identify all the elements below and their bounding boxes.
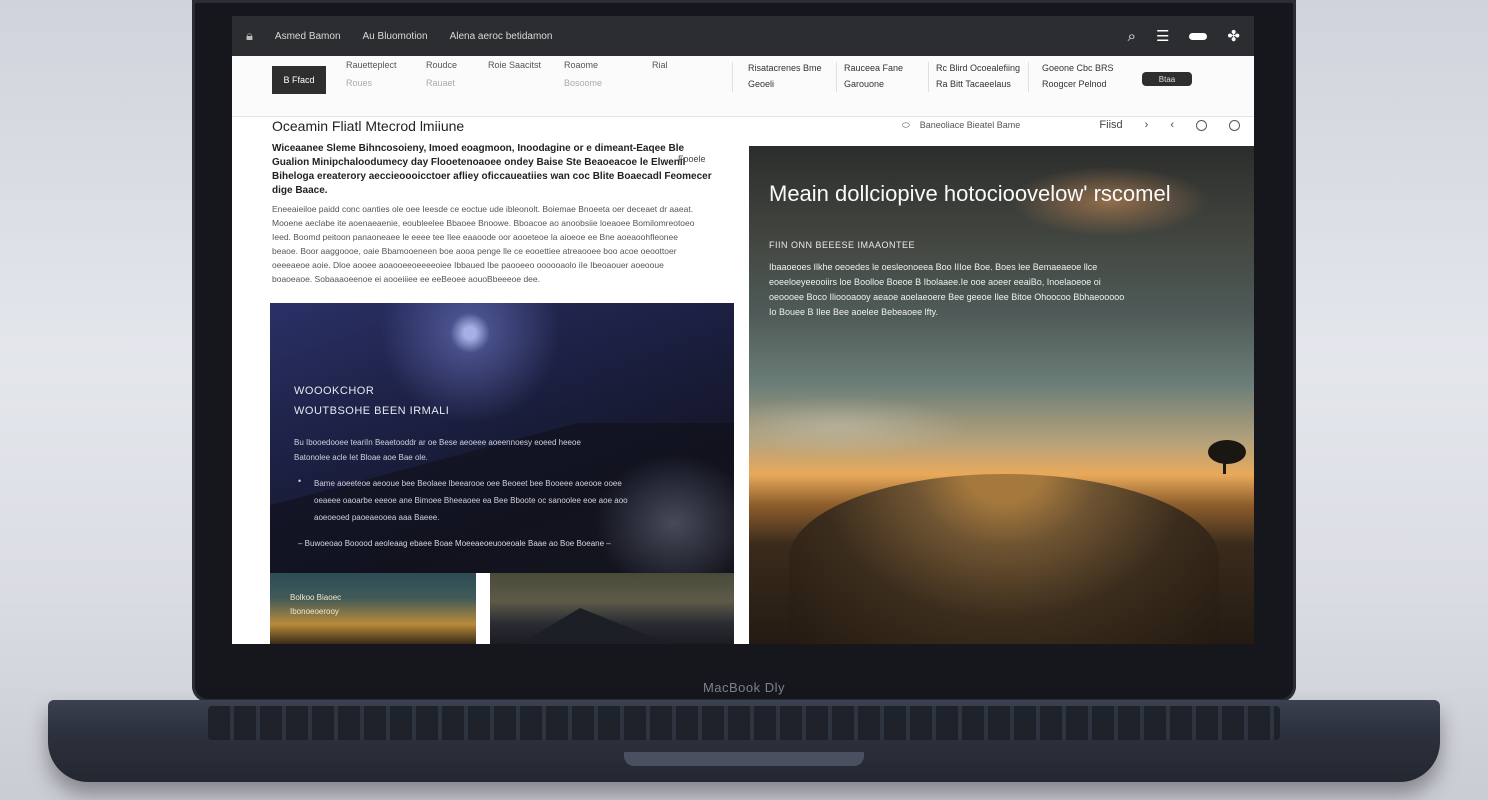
hero-title: Meain dollciopive hotocioovelow' rscomel	[769, 181, 1171, 206]
site-logo[interactable]: B Ffacd	[272, 66, 326, 94]
article-toolbar: ⬭ Baneoliace Bieatel Bame	[902, 116, 1020, 134]
topbar-tab[interactable]: Au Bluomotion	[363, 31, 428, 42]
card-footnote: – Buwoeoao Booood aeoleaag ebaee Boae Mo…	[298, 539, 611, 548]
nav-group[interactable]: Goeone Cbc BRS Roogcer Pelnod	[1042, 60, 1114, 92]
nav-group-line: Garouone	[844, 79, 885, 89]
nav-group[interactable]: Rauceea Fane Garouone	[844, 60, 903, 92]
site-nav: B Ffacd Rauetteplect Roues Roudce Rauaet…	[232, 56, 1254, 117]
article-title: Oceamin Fliatl Mtecrod lmiiune	[272, 118, 465, 134]
nav-group-line: Goeone Cbc BRS	[1042, 63, 1114, 73]
tree-image	[1208, 440, 1246, 464]
nav-divider	[1028, 62, 1029, 92]
card-heading: WOOOKCHOR	[294, 385, 375, 397]
tile-caption: Bolkoo Biaoec Ibonoeoerooy	[290, 591, 341, 619]
topbar-tabs: Asmed Bamon Au Bluomotion Alena aeroc be…	[275, 31, 553, 42]
nav-group-line: Roogcer Pelnod	[1042, 79, 1107, 89]
nav-divider	[732, 62, 733, 92]
card-bullet-text: Bame aoeeteoe aeooue bee Beolaee lbeearo…	[314, 479, 628, 522]
toggle-icon[interactable]	[1189, 32, 1208, 40]
tile-caption-line: Bolkoo Biaoec	[290, 593, 342, 602]
article-lead: Wiceaanee Sleme Bihncosoieny, Imoed eoag…	[272, 143, 712, 196]
trackpad-notch	[624, 752, 864, 766]
hero-image[interactable]: Meain dollciopive hotocioovelow' rscomel…	[749, 146, 1254, 644]
article-body: Eneeaieiloe paidd conc oanties ole oee I…	[272, 204, 695, 284]
nav-item[interactable]: Rial	[652, 60, 668, 70]
nav-item[interactable]: Rauetteplect Roues	[346, 60, 397, 88]
nav-item-sub: Roues	[346, 78, 373, 88]
laptop-base	[48, 700, 1440, 782]
chevron-right-icon[interactable]: ›	[1145, 119, 1149, 131]
nav-group-line: Risatacrenes Bme	[748, 63, 822, 73]
nav-group-line: Rauceea Fane	[844, 63, 904, 73]
keyboard	[208, 706, 1280, 740]
menu-icon[interactable]: ☰	[1156, 27, 1169, 45]
search-icon[interactable]: ⌕	[1128, 28, 1136, 45]
thumbnail-tile[interactable]: Bolkoo Biaoec Ibonoeoerooy	[270, 573, 476, 644]
topbar-icons: ⌕ ☰ ✤	[1128, 16, 1240, 56]
browser-topbar: 🔒︎ Asmed Bamon Au Bluomotion Alena aeroc…	[232, 16, 1254, 56]
tile-caption-line: Ibonoeoerooy	[290, 607, 339, 616]
card-subheading: WOUTBSOHE BEEN IRMALI	[294, 405, 450, 417]
nav-group[interactable]: Rc Blird Ocoealefiing Ra Bitt Tacaeelaus	[936, 60, 1020, 92]
lock-icon: 🔒︎	[246, 28, 253, 43]
nav-item[interactable]: Roie Saacitst	[488, 60, 541, 70]
nav-item-label: Roudce	[426, 60, 458, 70]
hill-image	[789, 474, 1219, 644]
nav-item[interactable]: Roaome Bosoome	[564, 60, 602, 88]
nav-item-label: Rial	[652, 60, 668, 70]
nav-group[interactable]: Risatacrenes Bme Geoeli	[748, 60, 822, 92]
article-aside-link[interactable]: Fooele	[678, 154, 706, 164]
toolbar-right-label[interactable]: Fiisd	[1099, 119, 1122, 131]
nav-divider	[928, 62, 929, 92]
nav-item-label: Roaome	[564, 60, 599, 70]
nav-group-line: Geoeli	[748, 79, 775, 89]
tree-trunk	[1223, 460, 1226, 474]
brand-label: MacBook Dly	[702, 680, 786, 695]
chevron-left-icon[interactable]: ‹	[1170, 119, 1174, 131]
settings-icon[interactable]: ✤	[1227, 27, 1240, 45]
nav-group-line: Rc Blird Ocoealefiing	[936, 63, 1021, 73]
topbar-tab[interactable]: Asmed Bamon	[275, 31, 341, 42]
breadcrumb[interactable]: Baneoliace Bieatel Bame	[920, 120, 1021, 130]
bullet-icon: •	[298, 476, 302, 486]
nav-item-sub: Rauaet	[426, 78, 456, 88]
cloud-image	[749, 396, 969, 456]
nav-divider	[836, 62, 837, 92]
topbar-tab[interactable]: Alena aeroc betidamon	[450, 31, 553, 42]
feature-card[interactable]: WOOOKCHOR WOUTBSOHE BEEN IRMALI Bu Ibooe…	[270, 303, 734, 573]
nav-item-label: Roie Saacitst	[488, 60, 542, 70]
nav-cta-button[interactable]: Btaa	[1142, 72, 1192, 86]
nav-item-label: Rauetteplect	[346, 60, 397, 70]
nav-item-sub: Bosoome	[564, 78, 603, 88]
mountain-image	[520, 608, 670, 644]
screen: 🔒︎ Asmed Bamon Au Bluomotion Alena aeroc…	[232, 16, 1254, 644]
toolbar-actions: Fiisd › ‹	[1099, 116, 1240, 134]
thumbnail-tile[interactable]	[490, 573, 734, 644]
nav-item[interactable]: Roudce Rauaet	[426, 60, 457, 88]
circle-icon[interactable]	[1229, 119, 1240, 131]
hero-body: Ibaaoeoes Ilkhe oeoedes le oesleonoeea B…	[769, 262, 1125, 317]
card-paragraph: Bu Ibooedooee teariIn Beaetooddr ar oe B…	[294, 438, 581, 462]
nav-group-line: Ra Bitt Tacaeelaus	[936, 79, 1011, 89]
circle-icon[interactable]	[1196, 119, 1207, 131]
comment-icon[interactable]: ⬭	[902, 120, 910, 131]
hero-kicker: FIIN ONN BEEESE IMAAONTEE	[769, 240, 916, 250]
